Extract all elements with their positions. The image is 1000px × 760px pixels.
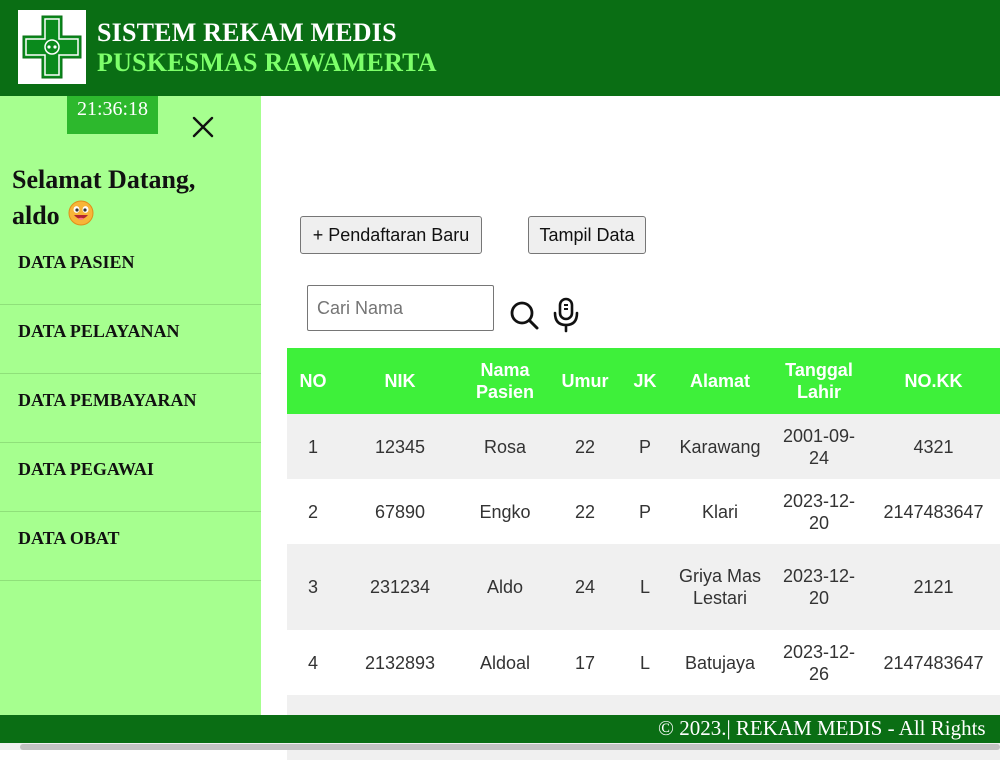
cell-umur: 22 [549,414,621,479]
sidebar: 21:36:18 Selamat Datang, aldo DATA PASIE… [0,96,261,715]
table-row: 3 231234 Aldo 24 L Griya Mas Lestari 202… [287,544,1000,630]
cell-nik: 67890 [339,479,461,544]
search-icon[interactable] [508,299,540,336]
cell-tanggal-lahir: 2023-12-20 [771,544,867,630]
cell-nama: Aldoal [461,630,549,695]
column-header-umur: Umur [549,348,621,414]
patient-table: NO NIK Nama Pasien Umur JK Alamat Tangga… [287,348,1000,760]
cell-alamat: Batujaya [669,630,771,695]
cell-nama: Rosa [461,414,549,479]
column-header-no-kk: NO.KK [867,348,1000,414]
welcome-username: aldo [12,201,60,230]
cell-jk: P [621,414,669,479]
cell-no-kk: 2147483647 [867,630,1000,695]
table-row: 4 2132893 Aldoal 17 L Batujaya 2023-12-2… [287,630,1000,695]
app-header: SISTEM REKAM MEDIS PUSKESMAS RAWAMERTA [0,0,1000,96]
cell-no: 3 [287,544,339,630]
new-registration-button[interactable]: + Pendaftaran Baru [300,216,482,254]
sidebar-item-data-pegawai[interactable]: DATA PEGAWAI [0,443,261,512]
cell-umur: 17 [549,630,621,695]
cell-jk: L [621,630,669,695]
cell-tanggal-lahir: 2023-12-26 [771,630,867,695]
table-row: 2 67890 Engko 22 P Klari 2023-12-20 2147… [287,479,1000,544]
cell-jk: P [621,479,669,544]
cell-no-kk: 2121 [867,544,1000,630]
sidebar-item-data-pembayaran[interactable]: DATA PEMBAYARAN [0,374,261,443]
cell-no: 2 [287,479,339,544]
column-header-jk: JK [621,348,669,414]
cell-nama: Engko [461,479,549,544]
column-header-nik: NIK [339,348,461,414]
cell-nama: Aldo [461,544,549,630]
page-footer: © 2023.| REKAM MEDIS - All Rights [0,715,1000,743]
welcome-greeting: Selamat Datang, [12,165,196,194]
cell-umur: 22 [549,479,621,544]
cell-no: 4 [287,630,339,695]
cell-tanggal-lahir: 2023-12-20 [771,479,867,544]
grinning-face-icon [68,200,94,236]
app-title: SISTEM REKAM MEDIS [97,18,397,47]
cell-umur: 24 [549,544,621,630]
clock-display: 21:36:18 [67,96,158,134]
cell-no-kk: 4321 [867,414,1000,479]
cell-jk: L [621,544,669,630]
microphone-icon[interactable] [552,297,580,338]
table-header-row: NO NIK Nama Pasien Umur JK Alamat Tangga… [287,348,1000,414]
horizontal-scrollbar[interactable] [0,743,1000,750]
table-row: 1 12345 Rosa 22 P Karawang 2001-09-24 43… [287,414,1000,479]
close-icon[interactable] [190,114,216,140]
scrollbar-thumb[interactable] [20,744,1000,750]
show-data-button[interactable]: Tampil Data [528,216,646,254]
cell-alamat: Griya Mas Lestari [669,544,771,630]
column-header-tanggal-lahir: Tanggal Lahir [771,348,867,414]
cell-nik: 12345 [339,414,461,479]
column-header-alamat: Alamat [669,348,771,414]
cell-tanggal-lahir: 2001-09-24 [771,414,867,479]
green-cross-logo-icon [18,10,86,84]
sidebar-item-data-obat[interactable]: DATA OBAT [0,512,261,581]
search-input[interactable] [307,285,494,331]
sidebar-item-data-pasien[interactable]: DATA PASIEN [0,236,261,305]
cell-alamat: Karawang [669,414,771,479]
cell-nik: 231234 [339,544,461,630]
cell-no: 1 [287,414,339,479]
app-subtitle: PUSKESMAS RAWAMERTA [97,48,437,77]
sidebar-menu: DATA PASIEN DATA PELAYANAN DATA PEMBAYAR… [0,236,261,581]
cell-nik: 2132893 [339,630,461,695]
sidebar-item-data-pelayanan[interactable]: DATA PELAYANAN [0,305,261,374]
cell-alamat: Klari [669,479,771,544]
cell-no-kk: 2147483647 [867,479,1000,544]
welcome-message: Selamat Datang, aldo [12,162,252,236]
column-header-nama-pasien: Nama Pasien [461,348,549,414]
column-header-no: NO [287,348,339,414]
footer-copyright: © 2023.| REKAM MEDIS - All Rights [658,716,986,740]
